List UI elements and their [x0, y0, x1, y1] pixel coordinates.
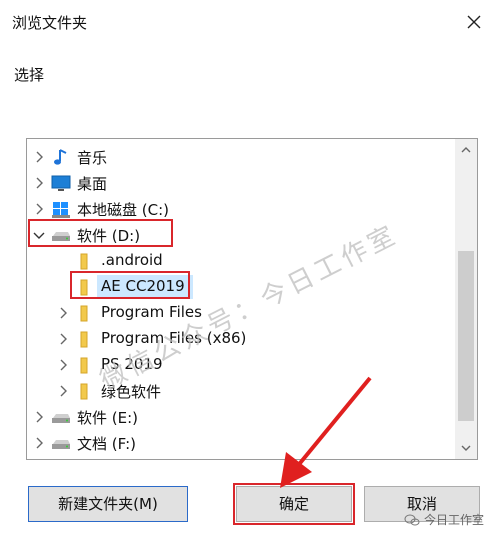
folder-icon: [80, 305, 88, 322]
close-icon: [467, 15, 481, 29]
tree-item-music[interactable]: 音乐: [27, 144, 455, 170]
close-button[interactable]: [458, 6, 490, 38]
tree-item-folder-selected[interactable]: AE CC2019: [27, 274, 455, 300]
wechat-icon: [404, 514, 420, 525]
folder-icon: [80, 383, 88, 400]
watermark-credit: 今日工作室: [404, 511, 484, 528]
scroll-up-button[interactable]: [455, 139, 477, 161]
folder-tree[interactable]: 音乐 桌面 本地磁盘 (C:) 软件 (D:) .android AE CC20…: [26, 138, 478, 460]
tree-item-label: 软件 (E:): [77, 409, 139, 427]
tree-item-label: 绿色软件: [101, 383, 162, 401]
folder-icon: [80, 253, 88, 270]
title-bar: 浏览文件夹: [0, 0, 500, 46]
window-title: 浏览文件夹: [12, 14, 88, 32]
tree-item-label: Program Files (x86): [101, 329, 247, 347]
folder-icon: [80, 357, 88, 374]
tree-item-label: 软件 (D:): [77, 227, 141, 245]
credit-text: 今日工作室: [423, 513, 484, 527]
chevron-right-icon[interactable]: [55, 357, 71, 373]
chevron-right-icon[interactable]: [31, 409, 47, 425]
chevron-right-icon[interactable]: [31, 149, 47, 165]
tree-item-drive-c[interactable]: 本地磁盘 (C:): [27, 196, 455, 222]
desktop-icon: [51, 175, 71, 191]
tree-item-drive-e[interactable]: 软件 (E:): [27, 404, 455, 430]
tree-item-drive-f[interactable]: 文档 (F:): [27, 430, 455, 456]
tree-item-label: 音乐: [77, 149, 108, 167]
drive-icon: [52, 414, 70, 423]
tree-item-label: PS 2019: [101, 355, 163, 373]
tree-item-label: AE CC2019: [101, 277, 185, 295]
scroll-thumb[interactable]: [458, 251, 474, 421]
chevron-down-icon[interactable]: [31, 227, 47, 243]
tree-item-label: 文档 (F:): [77, 435, 136, 453]
tree-item-desktop[interactable]: 桌面: [27, 170, 455, 196]
chevron-up-icon: [461, 147, 471, 153]
tree-item-folder[interactable]: PS 2019: [27, 352, 455, 378]
tree-item-label: 本地磁盘 (C:): [77, 201, 169, 219]
folder-icon: [80, 331, 88, 348]
chevron-right-icon[interactable]: [31, 175, 47, 191]
tree-item-label: 桌面: [77, 175, 108, 193]
folder-icon: [80, 279, 88, 296]
chevron-right-icon[interactable]: [31, 435, 47, 451]
tree-item-folder[interactable]: 绿色软件: [27, 378, 455, 404]
chevron-right-icon[interactable]: [55, 331, 71, 347]
ok-button[interactable]: 确定: [236, 486, 352, 522]
chevron-right-icon[interactable]: [55, 383, 71, 399]
windows-drive-icon: [52, 202, 70, 218]
tree-item-folder[interactable]: Program Files: [27, 300, 455, 326]
chevron-right-icon[interactable]: [31, 201, 47, 217]
chevron-right-icon[interactable]: [55, 305, 71, 321]
new-folder-button[interactable]: 新建文件夹(M): [28, 486, 188, 522]
tree-item-folder[interactable]: .android: [27, 248, 455, 274]
drive-icon: [52, 440, 70, 449]
drive-icon: [52, 232, 70, 241]
scroll-down-button[interactable]: [455, 437, 477, 459]
tree-item-label: .android: [101, 251, 163, 269]
vertical-scrollbar[interactable]: [455, 139, 477, 459]
chevron-down-icon: [461, 445, 471, 451]
browse-folder-dialog: 浏览文件夹 选择 音乐 桌面 本地磁盘 (C:) 软件 (D:) .androi…: [0, 0, 500, 544]
tree-item-drive-d[interactable]: 软件 (D:): [27, 222, 455, 248]
tree-item-folder[interactable]: Program Files (x86): [27, 326, 455, 352]
tree-item-label: Program Files: [101, 303, 202, 321]
music-note-icon: [54, 149, 67, 165]
dialog-prompt: 选择: [14, 66, 45, 84]
